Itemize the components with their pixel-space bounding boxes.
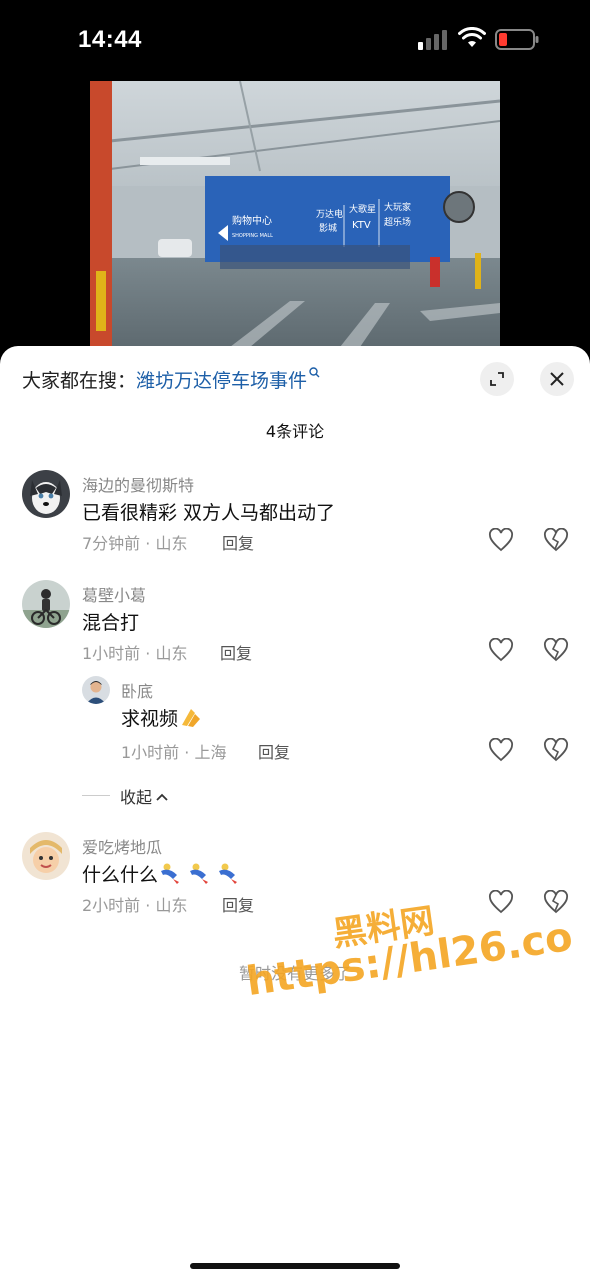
- avatar[interactable]: [22, 832, 70, 880]
- video-player[interactable]: 购物中心 SHOPPING MALL 万达电 影城 大歌星 KTV 大玩家 超乐…: [90, 81, 500, 347]
- expand-button[interactable]: [480, 362, 514, 396]
- close-button[interactable]: [540, 362, 574, 396]
- comment-username[interactable]: 海边的曼彻斯特: [82, 472, 194, 496]
- comment-meta: 1小时前 · 山东: [82, 644, 188, 663]
- wifi-icon: [458, 27, 486, 47]
- sign-cinema-1: 万达电: [316, 208, 343, 220]
- dislike-icon[interactable]: [543, 638, 569, 662]
- comment-username[interactable]: 葛壁小葛: [82, 582, 146, 606]
- reply-button[interactable]: 回复: [222, 892, 254, 916]
- battery-icon: [495, 29, 539, 50]
- like-icon[interactable]: [488, 738, 514, 762]
- like-icon[interactable]: [488, 638, 514, 662]
- comment-count: 4条评论: [265, 422, 325, 441]
- comment-meta: 7分钟前 · 山东: [82, 534, 188, 553]
- husky-avatar-image: [22, 470, 70, 518]
- signal-icon: [418, 30, 447, 50]
- avatar[interactable]: [22, 470, 70, 518]
- sign-cinema-2: 影城: [319, 223, 337, 234]
- sign-ktv-2: KTV: [352, 220, 371, 231]
- sign-game-2: 超乐场: [384, 216, 411, 228]
- search-icon: [309, 367, 320, 378]
- trending-search[interactable]: 大家都在搜：潍坊万达停车场事件: [22, 366, 320, 393]
- status-time: 14:44: [78, 26, 142, 53]
- sign-game-1: 大玩家: [384, 201, 411, 213]
- like-icon[interactable]: [488, 528, 514, 552]
- close-icon: [550, 372, 564, 386]
- child-avatar-image: [22, 832, 70, 880]
- comment-meta: 2小时前 · 山东: [82, 896, 188, 915]
- comment-text: 混合打: [82, 612, 140, 634]
- chevron-up-icon: [156, 793, 168, 801]
- dislike-icon[interactable]: [543, 528, 569, 552]
- comment-meta: 1小时前 · 上海: [121, 743, 227, 762]
- collapse-replies-button[interactable]: 收起: [120, 784, 169, 808]
- comment-sheet: 大家都在搜：潍坊万达停车场事件 4条评论 海边的曼彻斯特 已看很精彩 双方人马都…: [0, 346, 590, 1280]
- comment-username[interactable]: 爱吃烤地瓜: [82, 834, 162, 858]
- comment-text: 求视频: [121, 704, 203, 731]
- collapse-divider: [82, 795, 110, 796]
- status-bar: 14:44: [0, 0, 590, 80]
- comment-body: 什么什么: [82, 864, 159, 886]
- home-indicator[interactable]: [190, 1263, 400, 1269]
- dislike-icon[interactable]: [543, 890, 569, 914]
- collapse-label: 收起: [120, 788, 153, 807]
- comment-username[interactable]: 卧底: [121, 678, 153, 702]
- comment-text: 什么什么: [82, 860, 246, 887]
- reply-text: 求视频: [121, 708, 179, 730]
- like-icon[interactable]: [488, 890, 514, 914]
- video-frame-image: 购物中心 SHOPPING MALL 万达电 影城 大歌星 KTV 大玩家 超乐…: [90, 81, 500, 347]
- expand-icon: [490, 372, 504, 386]
- reply-button[interactable]: 回复: [222, 530, 254, 554]
- comment-text: 已看很精彩 双方人马都出动了: [82, 502, 336, 524]
- reply-button[interactable]: 回复: [258, 739, 290, 763]
- search-term-link[interactable]: 潍坊万达停车场事件: [136, 370, 307, 392]
- reply-button[interactable]: 回复: [220, 640, 252, 664]
- sign-shopping-en: SHOPPING MALL: [232, 233, 273, 239]
- dislike-icon[interactable]: [543, 738, 569, 762]
- avatar[interactable]: [22, 580, 70, 628]
- avatar[interactable]: [82, 676, 110, 704]
- sign-shopping: 购物中心: [232, 214, 272, 227]
- cyclist-avatar-image: [22, 580, 70, 628]
- dance-emoji-icon: [161, 863, 238, 884]
- man-avatar-image: [82, 676, 110, 704]
- sign-ktv-1: 大歌星: [349, 203, 376, 215]
- search-prefix: 大家都在搜：: [22, 370, 137, 392]
- no-more-label: 暂时没有更多了: [238, 964, 351, 983]
- hands-clasp-emoji-icon: [182, 709, 201, 727]
